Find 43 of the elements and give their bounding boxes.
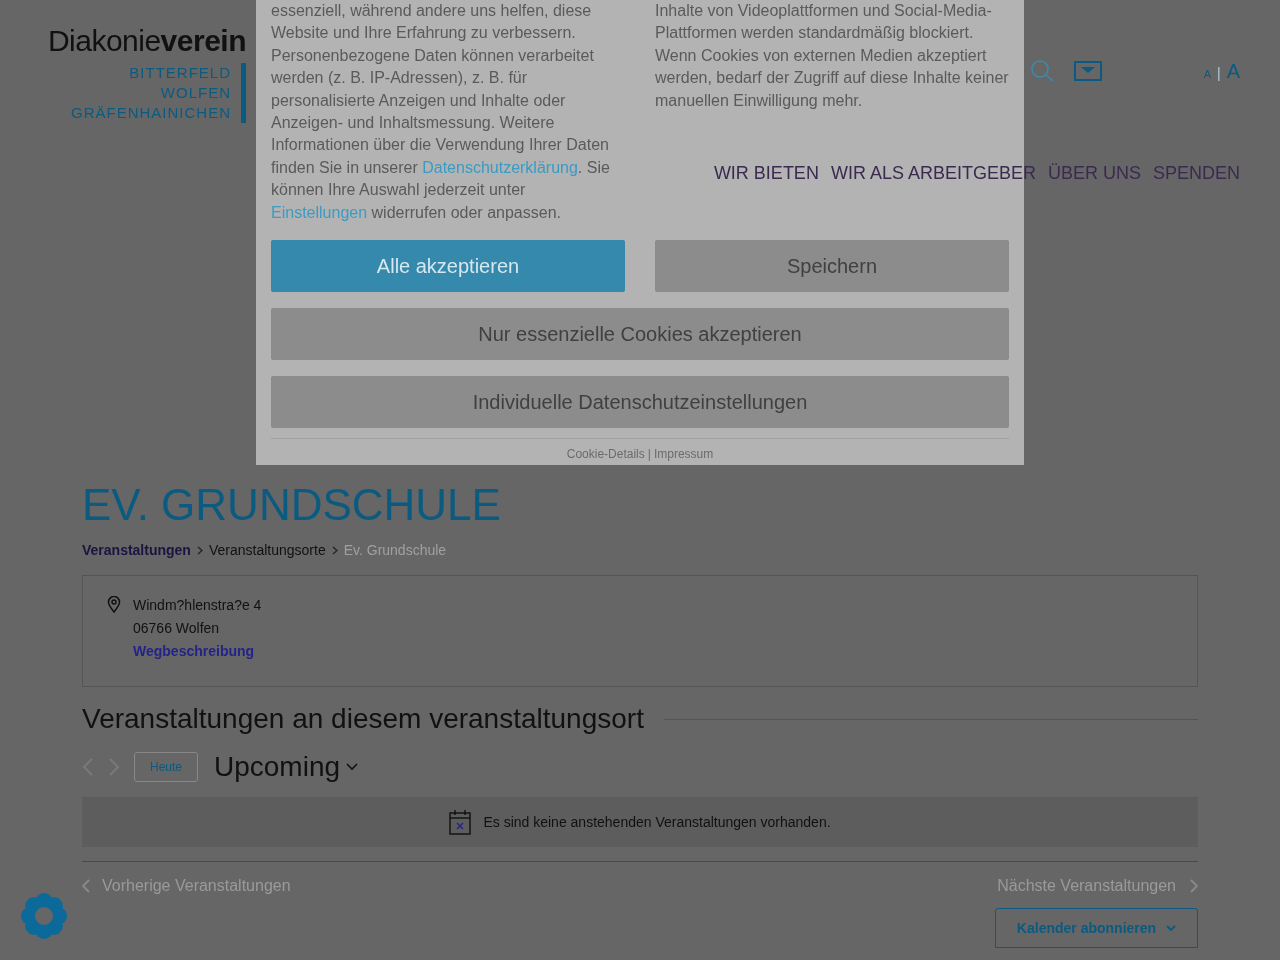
cookie-settings-icon[interactable]	[20, 892, 68, 940]
breadcrumb-link[interactable]: Veranstaltungen	[82, 540, 191, 561]
chevron-down-icon	[1166, 924, 1177, 932]
logo-place-name: WOLFEN	[160, 83, 231, 103]
venue-street: Windm?hlenstra?e 4	[133, 596, 262, 615]
today-button[interactable]: Heute	[134, 752, 198, 782]
link-separator: |	[647, 446, 651, 464]
chevron-left-icon	[82, 879, 90, 893]
chevron-down-icon	[346, 763, 359, 771]
breadcrumb-current: Ev. Grundschule	[343, 541, 447, 560]
directions-link[interactable]: Wegbeschreibung	[133, 640, 262, 663]
breadcrumb-link[interactable]: Veranstaltungsorte	[208, 540, 326, 561]
notice-text: Es sind keine anstehenden Veranstaltungen vorhanden.	[483, 812, 831, 832]
cookie-footer-link[interactable]: Impressum	[653, 445, 714, 464]
cookie-info-text: essenziell, während andere uns helfen, diese Website und Ihre Erfahrung zu verbessern. Personenbezogene Daten können verarbeitet werden (z. B. IP-Adressen), z. B. für personalisierte Anzeigen und Inhalte oder Anzeigen- und Inhaltsmessung. Weitere Informationen über die Verwendung Ihrer Daten finden Sie in unserer Datenschutzerklärung. Sie können Ihre Auswahl jederzeit unter Einstellungen widerrufen oder anpassen.	[271, 1, 611, 223]
cookie-media-text: Inhalte von Videoplattformen und Social-Media-Plattformen werden standardmäßig blockiert. Wenn Cookies von externen Medien akzeptiert werden, bedarf der Zugriff auf diese Inhalte keiner manuellen Einwilligung mehr.	[655, 1, 1009, 111]
search-icon[interactable]	[1029, 60, 1054, 82]
view-dropdown[interactable]: Upcoming	[214, 751, 359, 783]
cookie-text-link[interactable]: Einstellungen	[271, 203, 368, 221]
logo-place-name: BITTERFELD	[129, 63, 231, 83]
cookie-text-link[interactable]: Datenschutzerklärung	[422, 158, 578, 176]
calendar-icon	[449, 809, 472, 835]
font-size-separator: |	[1217, 64, 1221, 83]
venue-city: 06766 Wolfen	[133, 619, 221, 638]
chevron-right-icon	[1190, 879, 1198, 893]
page-title: EV. GRUNDSCHULE	[82, 482, 502, 528]
cookie-button[interactable]: Individuelle Datenschutzeinstellungen	[271, 376, 1009, 429]
cookie-button[interactable]: Speichern	[655, 240, 1009, 293]
logo-bar	[241, 63, 246, 123]
cookie-footer-link[interactable]: Cookie-Details	[566, 445, 645, 464]
mail-icon[interactable]	[1073, 61, 1102, 81]
nav-link[interactable]: WIR BIETEN	[713, 160, 819, 186]
logo-wordmark[interactable]: Diakonieverein	[47, 24, 246, 58]
chevron-right-icon	[331, 546, 338, 555]
cookie-button[interactable]: Nur essenzielle Cookies akzeptieren	[271, 308, 1009, 361]
font-size-small-button[interactable]: A	[1203, 66, 1211, 83]
nav-link[interactable]: SPENDEN	[1152, 160, 1240, 186]
chevron-right-icon	[196, 546, 203, 555]
events-heading: Veranstaltungen an diesem veranstaltungsort	[82, 703, 644, 735]
nav-link[interactable]: ÜBER UNS	[1047, 160, 1141, 186]
logo-place-name: GRÄFENHAINICHEN	[71, 103, 231, 123]
map-pin-icon	[107, 596, 121, 613]
cookie-button[interactable]: Alle akzeptieren	[271, 240, 625, 293]
